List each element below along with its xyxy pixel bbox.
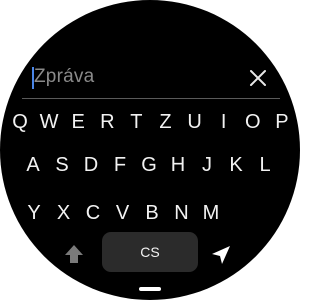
key-u[interactable]: U xyxy=(181,107,209,137)
message-input[interactable]: Zpráva xyxy=(26,60,276,96)
shift-arrow-up-icon xyxy=(65,245,83,263)
key-f[interactable]: F xyxy=(106,150,134,180)
watch-screen: Zpráva QWERTZUIOP ASDFGHJKL YXCVBNM CS xyxy=(0,0,300,300)
shift-button[interactable] xyxy=(62,242,86,266)
key-v[interactable]: V xyxy=(109,198,137,228)
key-e[interactable]: E xyxy=(64,107,92,137)
key-h[interactable]: H xyxy=(164,150,192,180)
input-underline xyxy=(22,98,280,99)
key-w[interactable]: W xyxy=(35,107,63,137)
key-n[interactable]: N xyxy=(168,198,196,228)
key-o[interactable]: O xyxy=(239,107,267,137)
home-indicator xyxy=(139,287,161,291)
key-d[interactable]: D xyxy=(77,150,105,180)
keyboard-row-1: QWERTZUIOP xyxy=(0,107,300,137)
key-i[interactable]: I xyxy=(210,107,238,137)
key-m[interactable]: M xyxy=(197,198,225,228)
keyboard-row-3: YXCVBNM xyxy=(0,198,300,228)
key-c[interactable]: C xyxy=(79,198,107,228)
key-z[interactable]: Z xyxy=(152,107,180,137)
clear-button[interactable] xyxy=(246,66,270,90)
key-j[interactable]: J xyxy=(193,150,221,180)
keyboard-row-2: ASDFGHJKL xyxy=(0,150,300,180)
message-input-text: Zpráva xyxy=(34,66,95,87)
key-k[interactable]: K xyxy=(222,150,250,180)
send-button[interactable] xyxy=(208,242,234,268)
key-q[interactable]: Q xyxy=(6,107,34,137)
key-t[interactable]: T xyxy=(122,107,150,137)
key-p[interactable]: P xyxy=(268,107,296,137)
key-b[interactable]: B xyxy=(138,198,166,228)
send-icon xyxy=(212,246,230,264)
close-icon xyxy=(250,70,266,86)
key-r[interactable]: R xyxy=(93,107,121,137)
key-a[interactable]: A xyxy=(19,150,47,180)
key-l[interactable]: L xyxy=(251,150,279,180)
key-x[interactable]: X xyxy=(50,198,78,228)
key-y[interactable]: Y xyxy=(20,198,48,228)
key-g[interactable]: G xyxy=(135,150,163,180)
language-button[interactable]: CS xyxy=(102,232,198,272)
key-s[interactable]: S xyxy=(48,150,76,180)
